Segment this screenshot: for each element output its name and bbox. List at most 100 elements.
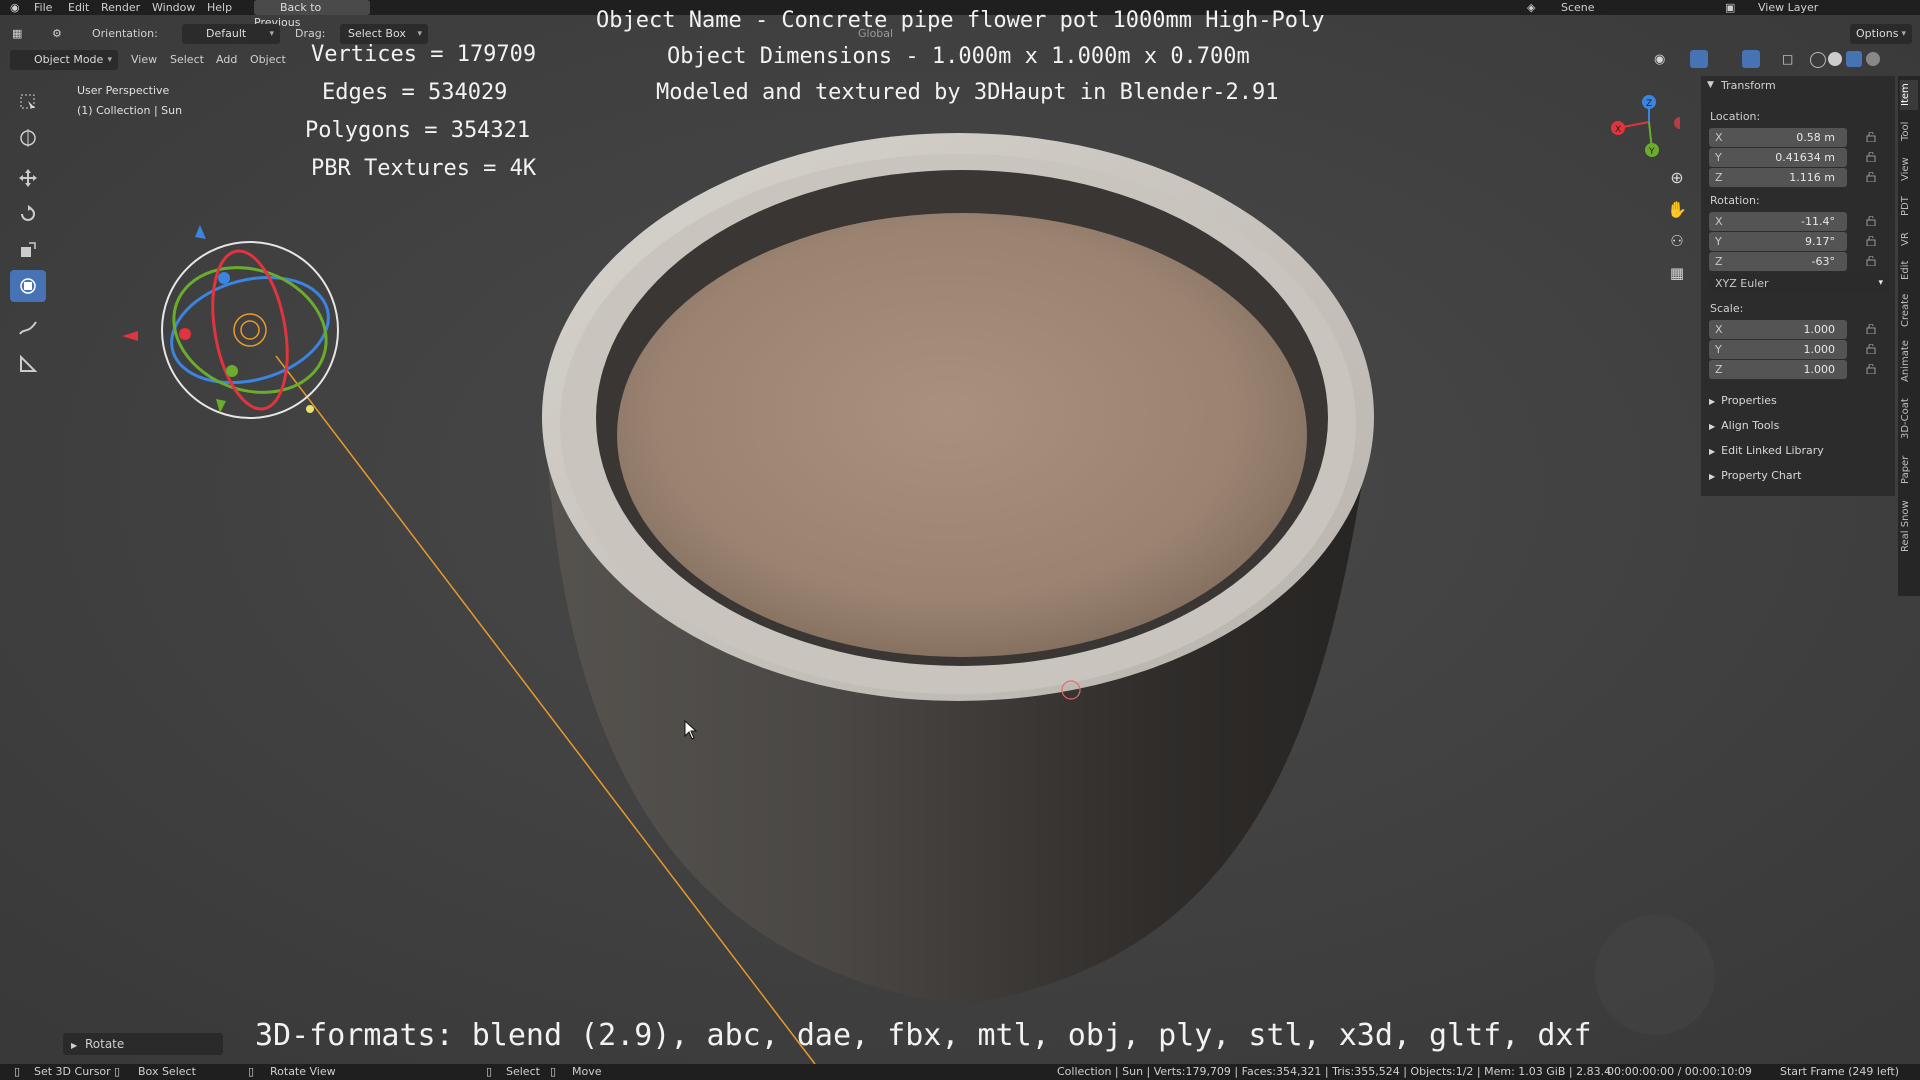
status-frame: Start Frame (249 left) [1780, 1065, 1900, 1078]
annotate-icon [19, 321, 37, 335]
location-y-field[interactable]: Y 0.41634 m [1709, 148, 1847, 167]
lock-icon[interactable] [1866, 132, 1876, 142]
orientation-dropdown[interactable]: Default ▾ [182, 24, 280, 44]
status-move: Move [572, 1065, 602, 1078]
field-value: 1.116 m [1789, 171, 1835, 184]
scale-tool[interactable] [10, 234, 46, 266]
menu-window[interactable]: Window [152, 0, 195, 15]
section-align-tools[interactable]: ▶ Align Tools [1709, 419, 1779, 432]
annotate-tool[interactable] [10, 312, 46, 344]
section-edit-linked-library[interactable]: ▶ Edit Linked Library [1709, 444, 1824, 457]
tab-real-snow[interactable]: Real Snow [1900, 496, 1918, 556]
section-property-chart[interactable]: ▶ Property Chart [1709, 469, 1801, 482]
menu-view[interactable]: View [131, 50, 157, 70]
tab-paper[interactable]: Paper [1900, 450, 1918, 490]
blender-logo-icon[interactable]: ◉ [10, 0, 20, 15]
measure-tool[interactable] [10, 348, 46, 380]
field-value: 0.58 m [1796, 131, 1835, 144]
scene-name[interactable]: Scene [1561, 0, 1595, 15]
tab-view[interactable]: View [1900, 154, 1918, 184]
lock-icon[interactable] [1866, 172, 1876, 182]
lock-icon[interactable] [1866, 344, 1876, 354]
transform-pivot-icon[interactable]: ⚙ [52, 24, 62, 44]
transform-header[interactable]: Transform [1721, 79, 1776, 92]
rotation-mode-dropdown[interactable]: XYZ Euler ▾ [1709, 274, 1889, 293]
gizmo-toggle-icon[interactable] [1690, 50, 1708, 68]
axis-label: Y [1715, 235, 1722, 248]
lock-icon[interactable] [1866, 236, 1876, 246]
camera-view-icon[interactable]: ⚇ [1664, 232, 1690, 258]
visibility-icon[interactable]: ◉ [1654, 52, 1665, 67]
collapse-arrow-icon[interactable]: ▼ [1707, 80, 1714, 90]
view-layer-icon[interactable]: ▣ [1725, 0, 1735, 15]
object-mode-dropdown[interactable]: Object Mode ▾ [10, 50, 118, 70]
tab-animate[interactable]: Animate [1900, 336, 1918, 386]
lock-icon[interactable] [1866, 152, 1876, 162]
nav-axis-y: Y [1648, 147, 1655, 157]
xray-icon[interactable]: □ [1782, 52, 1793, 66]
move-tool[interactable] [10, 162, 46, 194]
view-layer-name[interactable]: View Layer [1758, 0, 1818, 15]
scale-z-field[interactable]: Z 1.000 [1709, 360, 1847, 379]
lock-icon[interactable] [1866, 324, 1876, 334]
tab-edit[interactable]: Edit [1900, 256, 1918, 284]
overlay-vertices: Vertices = 179709 [311, 42, 537, 67]
tab-vr[interactable]: VR [1900, 228, 1918, 250]
scale-x-field[interactable]: X 1.000 [1709, 320, 1847, 339]
menu-select[interactable]: Select [170, 50, 204, 70]
rendered-shading-icon[interactable] [1866, 52, 1880, 66]
zoom-icon[interactable]: ⊕ [1664, 168, 1690, 194]
grid-toggle-icon[interactable]: ▦ [1664, 264, 1690, 290]
lock-icon[interactable] [1866, 256, 1876, 266]
tab-pdt[interactable]: PDT [1900, 192, 1918, 220]
scene-selector-icon[interactable]: ◈ [1527, 0, 1535, 15]
section-properties[interactable]: ▶ Properties [1709, 394, 1777, 407]
viewport-canvas[interactable] [0, 0, 1920, 1080]
cursor-icon [20, 129, 36, 147]
menu-file[interactable]: File [34, 0, 52, 15]
field-value: 1.000 [1803, 343, 1836, 356]
wireframe-shading-icon[interactable] [1810, 52, 1826, 68]
select-box-tool[interactable] [10, 86, 46, 118]
tab-item[interactable]: Item [1900, 80, 1918, 110]
editor-type-icon[interactable]: ▦ [12, 24, 22, 44]
rotation-gizmo[interactable] [120, 215, 350, 435]
location-z-field[interactable]: Z 1.116 m [1709, 168, 1847, 187]
pan-hand-icon[interactable]: ✋ [1664, 200, 1690, 226]
status-select: Select [506, 1065, 540, 1078]
lock-icon[interactable] [1866, 216, 1876, 226]
overlay-credit: Modeled and textured by 3DHaupt in Blend… [656, 80, 1279, 105]
options-dropdown[interactable]: Options ▾ [1850, 24, 1912, 44]
chevron-down-icon: ▾ [269, 29, 274, 39]
menu-edit[interactable]: Edit [68, 0, 89, 15]
operator-redo-panel[interactable]: ▶ Rotate [63, 1033, 223, 1055]
rotate-icon [21, 205, 35, 221]
solid-shading-icon[interactable] [1828, 52, 1842, 66]
menu-render[interactable]: Render [101, 0, 140, 15]
transform-icon [20, 278, 36, 294]
back-to-previous-button[interactable]: Back to Previous [254, 0, 370, 29]
navigation-gizmo[interactable]: X Y Z [1600, 90, 1680, 160]
location-x-field[interactable]: X 0.58 m [1709, 128, 1847, 147]
mouse-right-icon: ▯ [550, 1065, 557, 1078]
lock-icon[interactable] [1866, 364, 1876, 374]
tab-create[interactable]: Create [1900, 290, 1918, 330]
tab-tool[interactable]: Tool [1900, 116, 1918, 146]
drag-dropdown[interactable]: Select Box ▾ [340, 24, 428, 44]
axis-label: Y [1715, 343, 1722, 356]
menu-help[interactable]: Help [207, 0, 232, 15]
overlay-toggle-icon[interactable] [1742, 50, 1760, 68]
transform-tool[interactable] [10, 270, 46, 302]
tab-3d-coat[interactable]: 3D-Coat [1900, 394, 1918, 444]
rotation-y-field[interactable]: Y 9.17° [1709, 232, 1847, 251]
rotation-x-field[interactable]: X -11.4° [1709, 212, 1847, 231]
chevron-down-icon: ▾ [107, 55, 112, 65]
section-label: Edit Linked Library [1721, 444, 1824, 457]
rotation-z-field[interactable]: Z -63° [1709, 252, 1847, 271]
scale-y-field[interactable]: Y 1.000 [1709, 340, 1847, 359]
rotate-tool[interactable] [10, 198, 46, 230]
cursor-tool[interactable] [10, 122, 46, 154]
menu-add[interactable]: Add [216, 50, 237, 70]
menu-object[interactable]: Object [250, 50, 286, 70]
material-shading-icon[interactable] [1846, 51, 1862, 67]
